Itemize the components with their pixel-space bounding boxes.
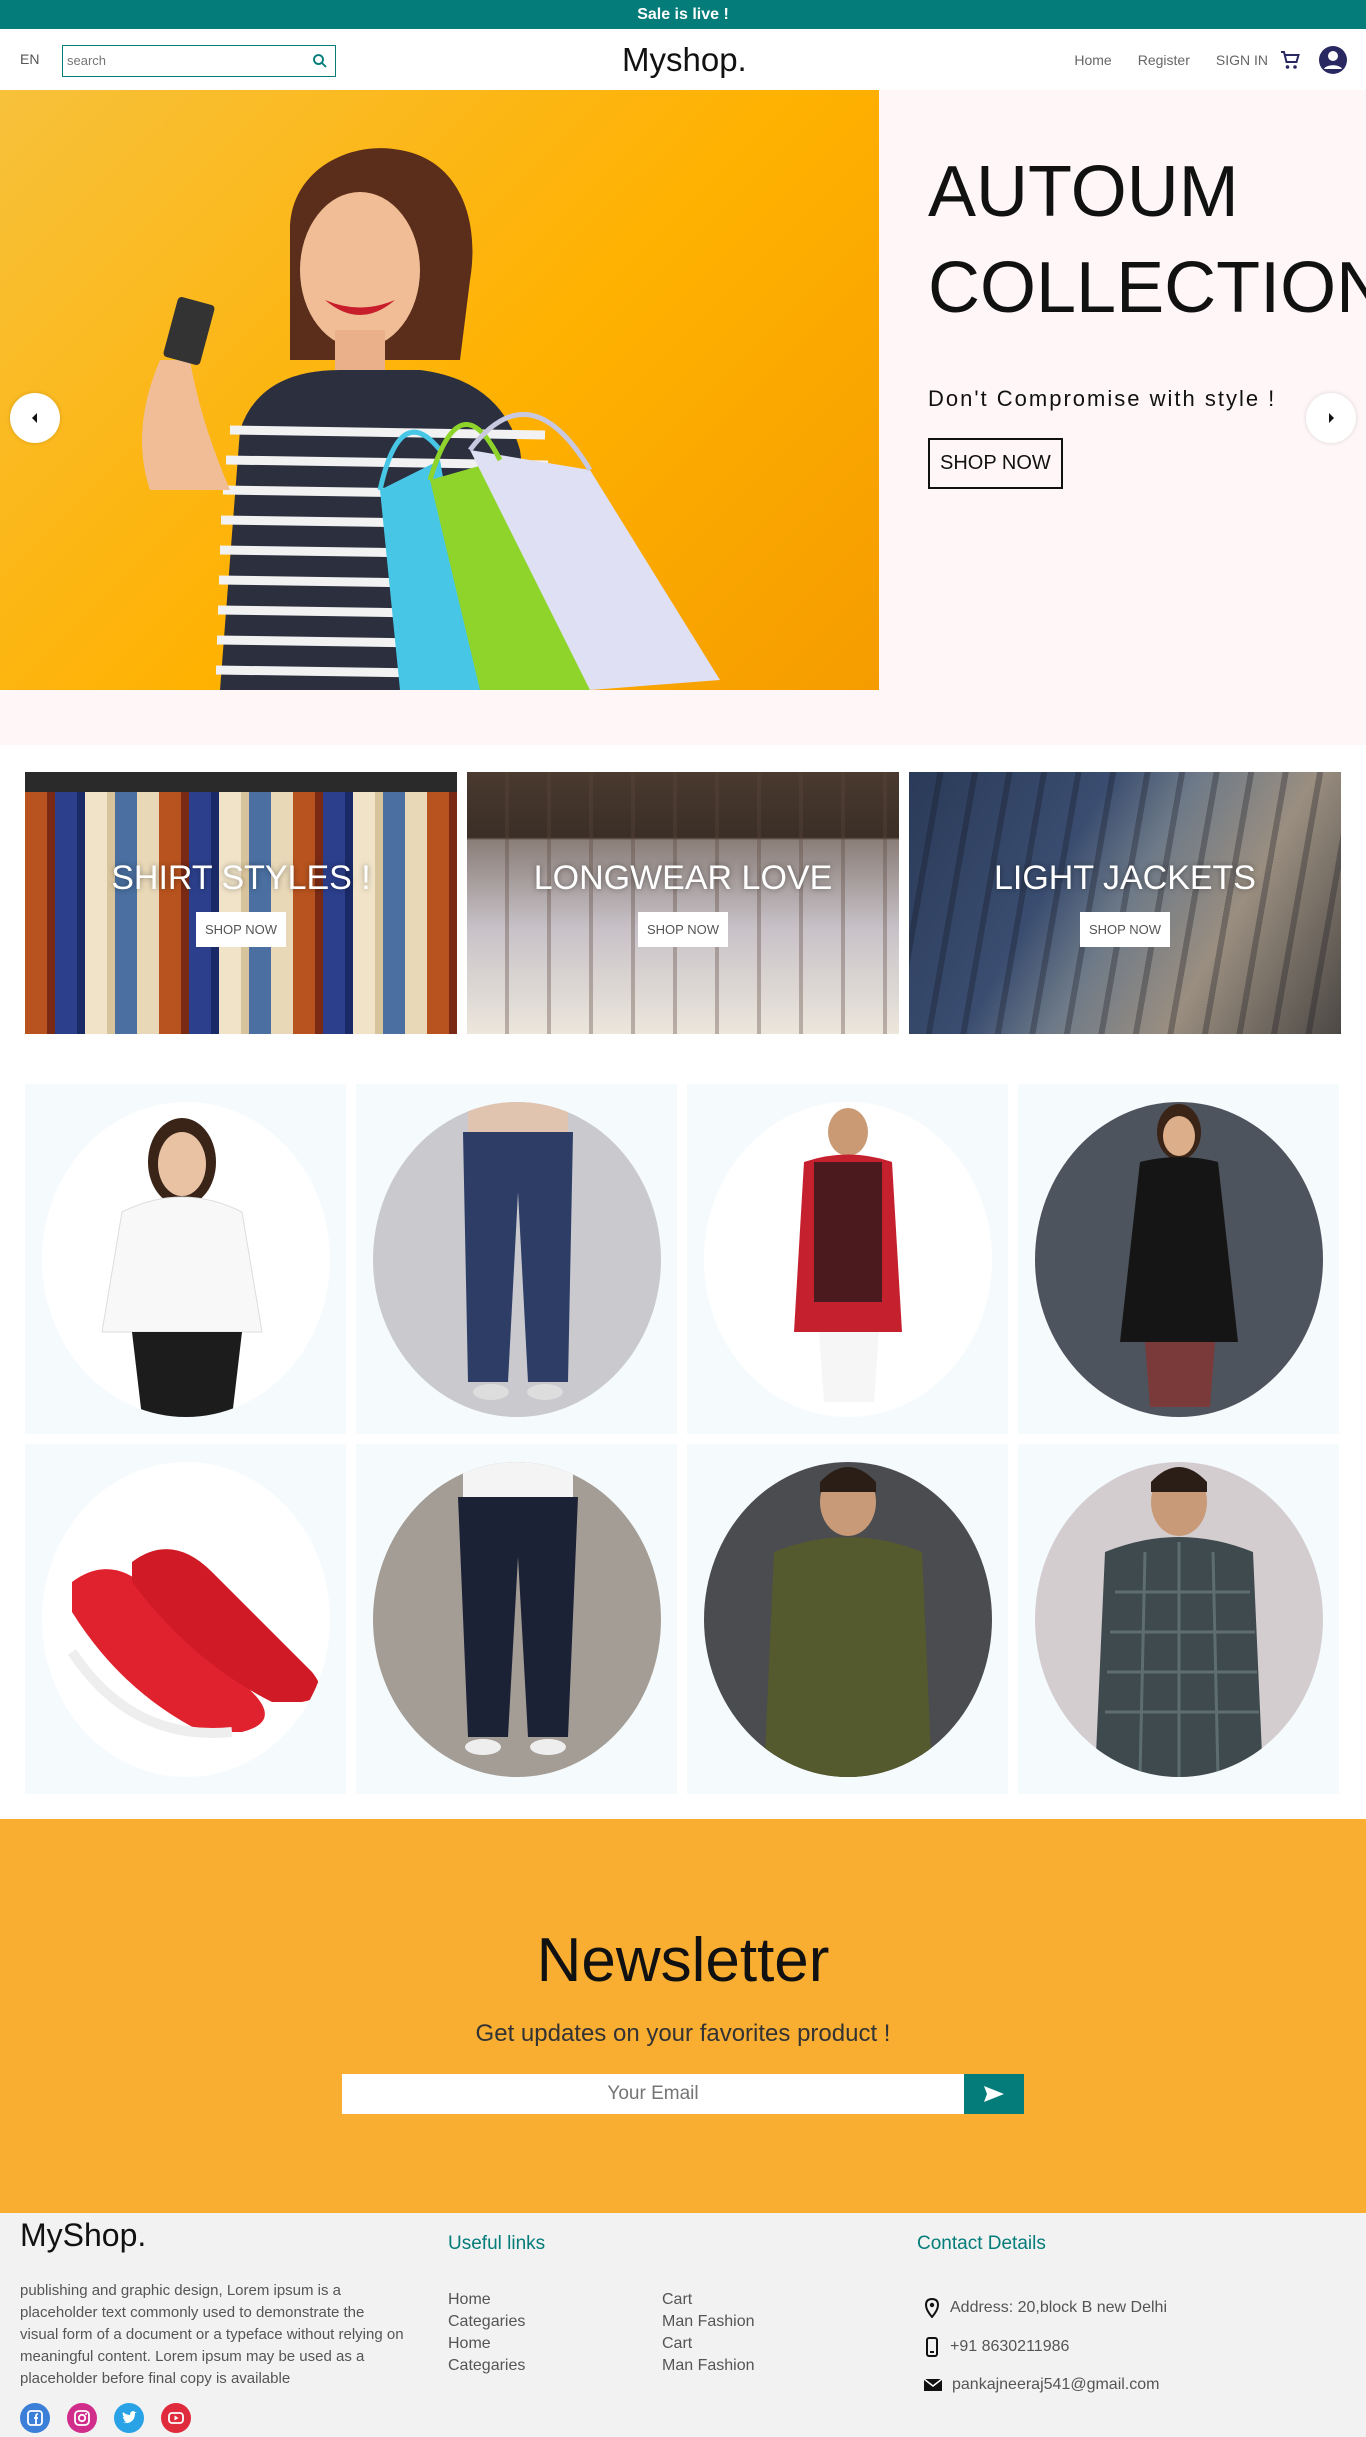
product-card[interactable]	[356, 1084, 677, 1434]
contact-details-title: Contact Details	[917, 2233, 1046, 2254]
hero-image	[0, 90, 879, 690]
dark-jeans-image	[372, 1461, 661, 1777]
category-shop-now-button[interactable]: SHOP NOW	[1080, 912, 1170, 947]
category-info: SHIRT STYLES ! SHOP NOW	[25, 772, 457, 1034]
hero-title-line1: AUTOUM	[928, 152, 1239, 232]
woman-with-shopping-bags-illustration	[142, 148, 720, 690]
hero-subtitle: Don't Compromise with style !	[928, 386, 1277, 411]
footer-description: publishing and graphic design, Lorem ips…	[20, 2282, 404, 2387]
announcement-bar: Sale is live !	[0, 0, 1366, 29]
category-banners: SHIRT STYLES ! SHOP NOW LONGWEAR LOVE SH…	[25, 772, 1341, 1034]
category-title: SHIRT STYLES !	[111, 859, 371, 897]
category-info: LONGWEAR LOVE SHOP NOW	[467, 772, 899, 1034]
send-icon	[984, 2086, 1004, 2102]
nav-home-link[interactable]: Home	[1074, 52, 1111, 68]
category-shop-now-button[interactable]: SHOP NOW	[638, 912, 728, 947]
user-account-icon[interactable]	[1318, 45, 1348, 75]
footer-link[interactable]: Categaries	[448, 2311, 525, 2333]
contact-address: Address: 20,block B new Delhi	[923, 2298, 1167, 2318]
instagram-icon[interactable]	[67, 2403, 97, 2433]
newsletter-section: Newsletter Get updates on your favorites…	[0, 1819, 1366, 2213]
nav-signin-link[interactable]: SIGN IN	[1216, 52, 1268, 68]
newsletter-submit-button[interactable]	[964, 2074, 1024, 2114]
ripped-blue-jeans-image	[372, 1101, 661, 1417]
olive-shirt-man-image	[703, 1461, 992, 1777]
navbar: EN Myshop. Home Register SIGN IN	[0, 29, 1366, 90]
arrow-right-icon	[1329, 413, 1334, 423]
contact-phone-text: +91 8630211986	[950, 2338, 1070, 2355]
cart-icon[interactable]	[1278, 48, 1302, 72]
search-input[interactable]	[63, 46, 303, 75]
useful-links-title: Useful links	[448, 2233, 546, 2254]
newsletter-description: Get updates on your favorites product !	[475, 2020, 891, 2047]
product-card[interactable]	[356, 1444, 677, 1794]
contact-email-text: pankajneeraj541@gmail.com	[952, 2376, 1160, 2393]
footer-logo[interactable]: MyShop.	[20, 2217, 146, 2254]
phone-icon	[926, 2337, 938, 2357]
category-title: LONGWEAR LOVE	[533, 859, 833, 897]
announcement-text: Sale is live !	[637, 5, 729, 23]
contact-email: pankajneeraj541@gmail.com	[923, 2376, 1159, 2394]
language-label: EN	[20, 51, 40, 67]
footer: MyShop. publishing and graphic design, L…	[0, 2213, 1366, 2437]
search-box	[62, 45, 336, 77]
category-card-shirts[interactable]: SHIRT STYLES ! SHOP NOW	[25, 772, 457, 1034]
checked-shirt-man-image	[1034, 1461, 1323, 1777]
search-icon[interactable]	[311, 52, 329, 70]
category-title: LIGHT JACKETS	[994, 859, 1256, 897]
hero-title-line2: COLLECTION	[928, 248, 1366, 328]
youtube-icon[interactable]	[161, 2403, 191, 2433]
category-card-jackets[interactable]: LIGHT JACKETS SHOP NOW	[909, 772, 1341, 1034]
hero-title: AUTOUM COLLECTION	[928, 144, 1366, 336]
contact-address-text: Address: 20,block B new Delhi	[950, 2299, 1167, 2316]
category-info: LIGHT JACKETS SHOP NOW	[909, 772, 1341, 1034]
hero-slider: AUTOUM COLLECTION Don't Compromise with …	[0, 90, 1366, 745]
social-links	[20, 2403, 191, 2433]
product-grid	[25, 1084, 1341, 1794]
facebook-icon[interactable]	[20, 2403, 50, 2433]
contact-phone: +91 8630211986	[923, 2337, 1069, 2357]
footer-links-column-2: Cart Man Fashion Cart Man Fashion	[662, 2289, 755, 2377]
newsletter-form	[342, 2074, 1024, 2114]
product-card[interactable]	[25, 1444, 346, 1794]
nav-register-link[interactable]: Register	[1138, 52, 1190, 68]
white-shirt-woman-image	[41, 1101, 330, 1417]
product-card[interactable]	[687, 1444, 1008, 1794]
product-card[interactable]	[1018, 1084, 1339, 1434]
slider-prev-button[interactable]	[10, 393, 60, 443]
category-card-longwear[interactable]: LONGWEAR LOVE SHOP NOW	[467, 772, 899, 1034]
arrow-left-icon	[32, 413, 37, 423]
footer-link[interactable]: Cart	[662, 2333, 755, 2355]
kurta-with-jacket-image	[703, 1101, 992, 1417]
newsletter-email-input[interactable]	[342, 2074, 964, 2114]
black-kurta-set-image	[1034, 1101, 1323, 1417]
site-logo[interactable]: Myshop.	[622, 41, 747, 79]
nav-links: Home Register SIGN IN	[1048, 43, 1348, 77]
twitter-icon[interactable]	[114, 2403, 144, 2433]
hero-text-block: AUTOUM COLLECTION Don't Compromise with …	[928, 144, 1366, 489]
hero-shop-now-button[interactable]: SHOP NOW	[928, 438, 1063, 489]
mail-icon	[923, 2378, 943, 2391]
location-pin-icon	[924, 2298, 940, 2318]
red-sneakers-image	[41, 1461, 330, 1777]
footer-link[interactable]: Categaries	[448, 2355, 525, 2377]
slider-next-button[interactable]	[1306, 393, 1356, 443]
footer-link[interactable]: Man Fashion	[662, 2355, 755, 2377]
product-card[interactable]	[1018, 1444, 1339, 1794]
footer-link[interactable]: Cart	[662, 2289, 755, 2311]
newsletter-title: Newsletter	[536, 1926, 830, 1995]
footer-links-column-1: Home Categaries Home Categaries	[448, 2289, 525, 2377]
product-card[interactable]	[687, 1084, 1008, 1434]
product-card[interactable]	[25, 1084, 346, 1434]
footer-link[interactable]: Home	[448, 2333, 525, 2355]
category-shop-now-button[interactable]: SHOP NOW	[196, 912, 286, 947]
footer-link[interactable]: Man Fashion	[662, 2311, 755, 2333]
footer-link[interactable]: Home	[448, 2289, 525, 2311]
